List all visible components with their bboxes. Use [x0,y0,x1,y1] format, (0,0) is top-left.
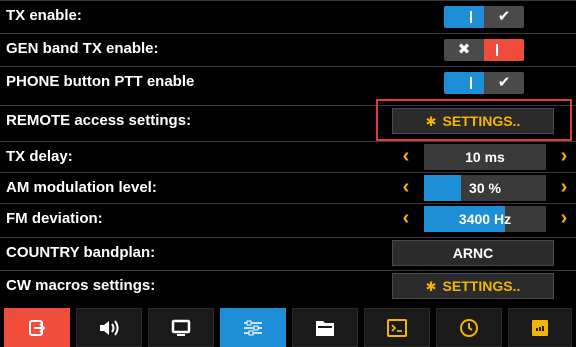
am-modulation-value: 30 % [469,180,501,196]
row-cw-macros: CW macros settings: ✱ SETTINGS.. [0,270,576,301]
row-tx-enable: TX enable: ✔ [0,0,576,31]
phone-ptt-enable-toggle[interactable]: ✔ [444,72,524,94]
am-modulation-slider[interactable]: 30 % [424,175,546,201]
tx-delay-value: 10 ms [465,149,505,165]
tx-delay-label: TX delay: [6,148,73,165]
exit-icon [5,309,69,346]
cw-macros-settings-button-label: SETTINGS.. [442,278,521,294]
country-bandplan-label: COUNTRY bandplan: [6,244,156,261]
fm-deviation-increase-button[interactable]: › [550,206,576,232]
cw-macros-settings-button[interactable]: ✱ SETTINGS.. [392,273,554,299]
tab-display[interactable] [148,308,214,347]
gen-band-tx-enable-toggle[interactable]: ✖ [444,39,524,61]
row-gen-band-tx-enable: GEN band TX enable: ✖ [0,33,576,64]
am-modulation-decrease-button[interactable]: ‹ [392,175,420,201]
tab-memory[interactable] [508,308,572,347]
tx-delay-increase-button[interactable]: › [550,144,576,170]
bottom-nav [0,306,576,347]
tx-delay-slider[interactable]: 10 ms [424,144,546,170]
am-modulation-increase-button[interactable]: › [550,175,576,201]
tab-exit[interactable] [4,308,70,347]
tx-enable-toggle[interactable]: ✔ [444,6,524,28]
terminal-icon [365,309,429,346]
row-am-modulation: AM modulation level: ‹ 30 % › [0,172,576,203]
monitor-icon [149,309,213,346]
country-bandplan-value: ARNC [452,245,494,261]
phone-ptt-enable-label: PHONE button PTT enable [6,73,195,90]
remote-settings-highlight [376,99,572,141]
gen-band-tx-enable-label: GEN band TX enable: [6,40,159,57]
tx-enable-label: TX enable: [6,7,82,24]
check-icon: ✔ [497,8,511,25]
row-phone-ptt-enable: PHONE button PTT enable ✔ [0,66,576,97]
speaker-icon [77,309,141,346]
folder-icon [293,309,357,346]
remote-access-label: REMOTE access settings: [6,112,192,129]
check-icon: ✔ [497,74,511,91]
row-tx-delay: TX delay: ‹ 10 ms › [0,141,576,172]
cw-macros-label: CW macros settings: [6,277,156,294]
tab-settings[interactable] [220,308,286,347]
row-fm-deviation: FM deviation: ‹ 3400 Hz › [0,203,576,234]
cross-icon: ✖ [457,41,471,58]
fm-deviation-slider[interactable]: 3400 Hz [424,206,546,232]
row-country-bandplan: COUNTRY bandplan: ARNC [0,237,576,268]
fm-deviation-label: FM deviation: [6,210,103,227]
fm-deviation-decrease-button[interactable]: ‹ [392,206,420,232]
tx-delay-decrease-button[interactable]: ‹ [392,144,420,170]
sliders-icon [221,309,285,346]
tab-files[interactable] [292,308,358,347]
gear-icon: ✱ [425,279,437,294]
country-bandplan-button[interactable]: ARNC [392,240,554,266]
tab-audio[interactable] [76,308,142,347]
tab-clock[interactable] [436,308,502,347]
fm-deviation-value: 3400 Hz [458,211,512,227]
am-modulation-label: AM modulation level: [6,179,157,196]
sd-card-icon [509,309,571,346]
clock-icon [437,309,501,346]
tab-terminal[interactable] [364,308,430,347]
